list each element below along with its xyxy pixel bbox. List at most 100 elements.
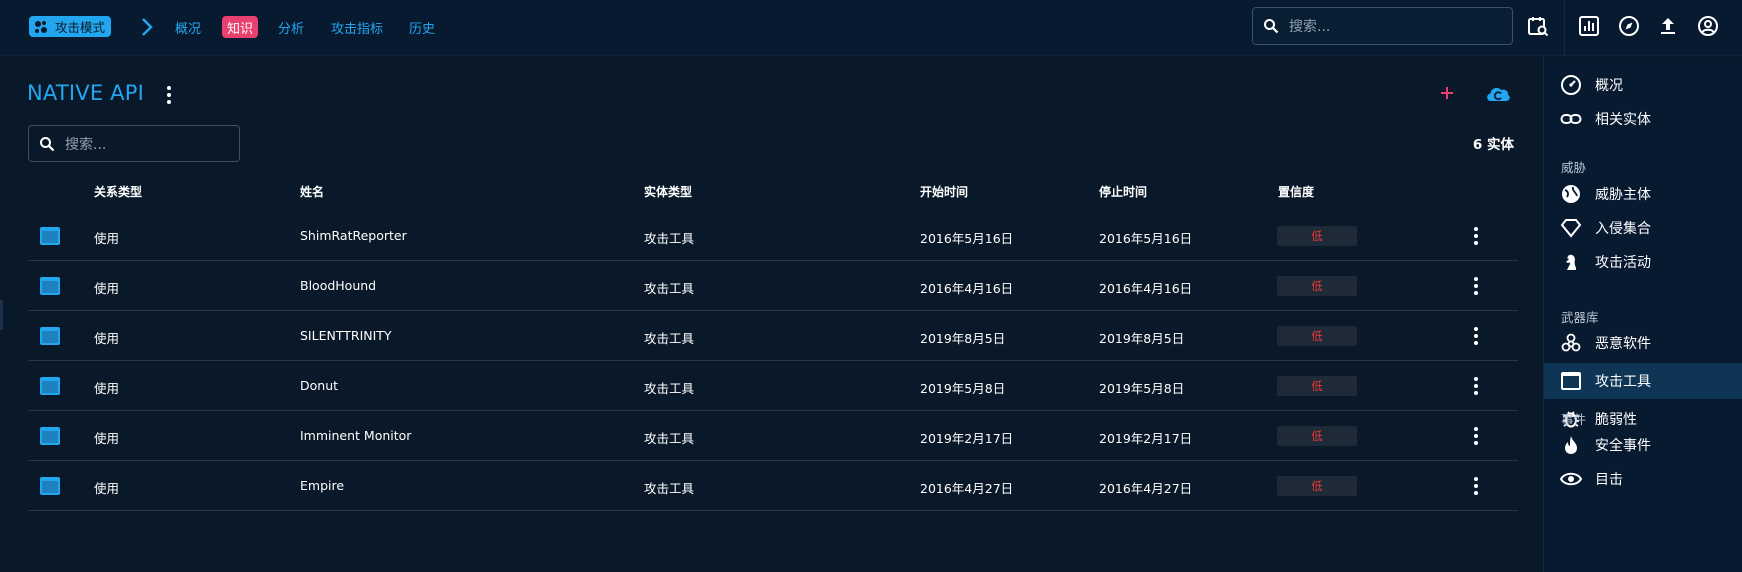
sidebar-item-malware[interactable]: 恶意软件	[1544, 325, 1742, 361]
name-cell: ShimRatReporter	[300, 228, 407, 243]
column-header-name[interactable]: 姓名	[300, 183, 324, 200]
sidebar-item-threat-actors[interactable]: 威胁主体	[1544, 176, 1742, 212]
upload-icon[interactable]	[1656, 14, 1680, 38]
compass-icon[interactable]	[1617, 14, 1641, 38]
account-icon[interactable]	[1696, 14, 1720, 38]
sidebar-item-label: 攻击工具	[1595, 374, 1651, 390]
column-header-start-time[interactable]: 开始时间	[920, 183, 968, 200]
diamond-icon	[1560, 219, 1582, 238]
eye-icon	[1560, 472, 1582, 486]
sidebar-item-label: 威胁主体	[1595, 187, 1651, 203]
start-time-cell: 2019年2月17日	[920, 431, 1014, 446]
search-placeholder: 搜索...	[65, 136, 107, 153]
confidence-badge: 低	[1277, 326, 1357, 346]
relation-cell: 使用	[94, 431, 120, 446]
sidebar-item-tools[interactable]: 攻击工具	[1544, 363, 1742, 399]
name-cell: Empire	[300, 478, 345, 493]
plus-icon	[1441, 87, 1453, 99]
name-cell: SILENTTRINITY	[300, 328, 392, 343]
window-icon	[40, 377, 60, 395]
sidebar-item-label: 脆弱性	[1595, 412, 1637, 428]
sidebar-item-label: 恶意软件	[1595, 336, 1651, 352]
table-row[interactable]: 使用 Imminent Monitor 攻击工具 2019年2月17日 2019…	[28, 411, 1518, 461]
entity-type-cell: 攻击工具	[644, 281, 695, 296]
more-vert-icon[interactable]	[1468, 225, 1484, 247]
sidebar-item-campaigns[interactable]: 攻击活动	[1544, 244, 1742, 280]
stop-time-cell: 2016年4月27日	[1099, 481, 1193, 496]
left-edge-marker	[0, 300, 3, 330]
sidebar-item-related-entities[interactable]: 相关实体	[1544, 101, 1742, 137]
entity-type-cell: 攻击工具	[644, 331, 695, 346]
more-vert-icon[interactable]	[1468, 325, 1484, 347]
sidebar-item-label: 攻击活动	[1595, 255, 1651, 271]
sidebar-item-label: 概况	[1595, 78, 1623, 94]
section-header-threats: 威胁	[1561, 160, 1587, 175]
confidence-badge: 低	[1277, 376, 1357, 396]
stop-time-cell: 2016年5月16日	[1099, 231, 1193, 246]
nav-knowledge[interactable]: 知识	[222, 16, 259, 38]
entity-type-cell: 攻击工具	[644, 481, 695, 496]
more-vert-icon[interactable]	[1468, 375, 1484, 397]
global-search-placeholder: 搜索...	[1289, 19, 1331, 35]
nav-indicators[interactable]: 攻击指标	[331, 16, 383, 38]
table-row[interactable]: 使用 ShimRatReporter 攻击工具 2016年5月16日 2016年…	[28, 211, 1518, 261]
relation-cell: 使用	[94, 381, 120, 396]
window-icon	[1561, 372, 1581, 390]
nav-overview[interactable]: 概况	[175, 16, 201, 38]
relation-cell: 使用	[94, 231, 120, 246]
start-time-cell: 2016年4月16日	[920, 281, 1014, 296]
globe-icon	[1562, 185, 1580, 203]
stop-time-cell: 2019年2月17日	[1099, 431, 1193, 446]
sidebar-item-label: 安全事件	[1595, 438, 1651, 454]
nav-analysis[interactable]: 分析	[278, 16, 304, 38]
chess-knight-icon	[1566, 254, 1576, 270]
entity-type-cell: 攻击工具	[644, 231, 695, 246]
add-button[interactable]	[1437, 82, 1457, 104]
confidence-badge: 低	[1277, 426, 1357, 446]
entity-type-cell: 攻击工具	[644, 381, 695, 396]
sidebar-item-incidents[interactable]: 安全事件	[1544, 427, 1742, 463]
search-input[interactable]: 搜索...	[28, 125, 240, 162]
table-row[interactable]: 使用 Empire 攻击工具 2016年4月27日 2016年4月27日 低	[28, 461, 1518, 511]
window-icon	[40, 327, 60, 345]
right-sidebar: 概况 相关实体 威胁 威胁主体 入侵集合 攻击活动 武器库 恶意软件 攻击工具 …	[1543, 57, 1742, 572]
table-row[interactable]: 使用 Donut 攻击工具 2019年5月8日 2019年5月8日 低	[28, 361, 1518, 411]
column-header-confidence[interactable]: 置信度	[1278, 183, 1314, 200]
window-icon	[40, 227, 60, 245]
window-icon	[40, 277, 60, 295]
name-cell: Imminent Monitor	[300, 428, 412, 443]
column-header-relation[interactable]: 关系类型	[94, 183, 142, 200]
global-search-input[interactable]: 搜索...	[1252, 7, 1513, 45]
relation-cell: 使用	[94, 331, 120, 346]
start-time-cell: 2019年5月8日	[920, 381, 1006, 396]
more-vert-icon[interactable]	[1468, 425, 1484, 447]
name-cell: Donut	[300, 378, 339, 393]
confidence-badge: 低	[1277, 476, 1357, 496]
nav-history[interactable]: 历史	[409, 16, 435, 38]
column-header-entity-type[interactable]: 实体类型	[644, 183, 692, 200]
bar-chart-icon[interactable]	[1577, 14, 1601, 38]
fire-icon	[1565, 436, 1577, 454]
table-row[interactable]: 使用 SILENTTRINITY 攻击工具 2019年8月5日 2019年8月5…	[28, 311, 1518, 361]
stop-time-cell: 2019年8月5日	[1099, 331, 1185, 346]
sidebar-item-label: 目击	[1595, 472, 1623, 488]
cloud-refresh-icon[interactable]	[1484, 82, 1512, 104]
sidebar-item-sightings[interactable]: 目击	[1544, 461, 1742, 497]
more-vert-icon[interactable]	[1468, 275, 1484, 297]
sidebar-item-intrusion-sets[interactable]: 入侵集合	[1544, 210, 1742, 246]
table-row[interactable]: 使用 BloodHound 攻击工具 2016年4月16日 2016年4月16日…	[28, 261, 1518, 311]
page-title: NATIVE API	[27, 81, 144, 105]
top-bar: 攻击模式 概况 知识 分析 攻击指标 历史 搜索...	[0, 0, 1742, 56]
sidebar-item-overview[interactable]: 概况	[1544, 67, 1742, 103]
more-vert-icon[interactable]	[160, 84, 178, 106]
attack-pattern-icon	[35, 20, 47, 33]
stop-time-cell: 2019年5月8日	[1099, 381, 1185, 396]
window-icon	[40, 477, 60, 495]
stop-time-cell: 2016年4月16日	[1099, 281, 1193, 296]
calendar-search-icon[interactable]	[1526, 14, 1550, 38]
column-header-stop-time[interactable]: 停止时间	[1099, 183, 1147, 200]
confidence-badge: 低	[1277, 226, 1357, 246]
mode-button[interactable]: 攻击模式	[29, 16, 112, 37]
more-vert-icon[interactable]	[1468, 475, 1484, 497]
start-time-cell: 2016年5月16日	[920, 231, 1014, 246]
